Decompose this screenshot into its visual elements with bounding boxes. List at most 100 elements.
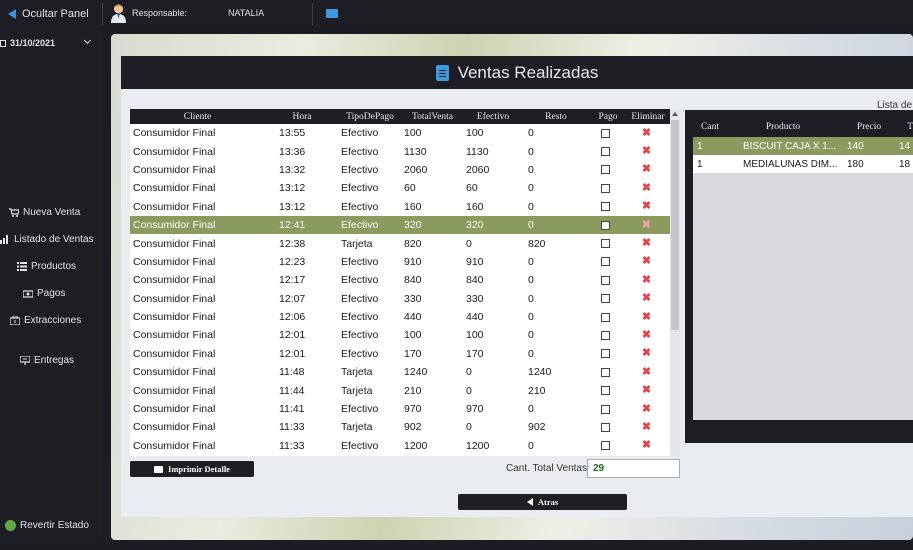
cell-cliente: Consumidor Final bbox=[133, 182, 216, 195]
table-row[interactable]: Consumidor Final 13:12 Efectivo 60 60 0 ✖ bbox=[130, 179, 670, 197]
pago-checkbox[interactable] bbox=[600, 257, 610, 267]
cell-tipo-pago: Efectivo bbox=[341, 274, 379, 287]
pago-checkbox[interactable] bbox=[600, 165, 610, 175]
column-header-hora[interactable]: Hora bbox=[265, 112, 339, 122]
table-row[interactable]: Consumidor Final 13:32 Efectivo 2060 2060 0 ✖ bbox=[130, 161, 670, 179]
scroll-up-icon[interactable] bbox=[672, 112, 678, 116]
date-selector[interactable]: 31/10/2021 bbox=[0, 36, 100, 50]
cell-cliente: Consumidor Final bbox=[133, 329, 216, 342]
sidebar-item-entregas[interactable]: Entregas bbox=[20, 355, 74, 366]
cell-total-venta: 902 bbox=[404, 421, 422, 434]
sidebar-item-listado-de-ventas[interactable]: Listado de Ventas bbox=[0, 234, 94, 245]
delete-icon[interactable]: ✖ bbox=[642, 164, 651, 175]
cell-eliminar: ✖ bbox=[623, 403, 670, 415]
delete-icon[interactable]: ✖ bbox=[642, 329, 651, 341]
cell-pago bbox=[587, 220, 623, 230]
cell-eliminar: ✖ bbox=[623, 146, 670, 157]
delete-icon[interactable]: ✖ bbox=[642, 403, 651, 415]
sidebar-item-pagos[interactable]: Pagos bbox=[23, 288, 65, 299]
cell-eliminar: ✖ bbox=[623, 256, 670, 267]
table-row[interactable]: Consumidor Final 11:41 Efectivo 970 970 0 ✖ bbox=[130, 400, 670, 418]
delete-icon[interactable]: ✖ bbox=[642, 366, 651, 378]
delete-icon[interactable]: ✖ bbox=[642, 274, 651, 286]
delete-icon[interactable]: ✖ bbox=[642, 421, 651, 433]
back-button[interactable]: Atras bbox=[458, 494, 627, 510]
column-header-eliminar[interactable]: Eliminar bbox=[626, 112, 670, 122]
delete-icon[interactable]: ✖ bbox=[642, 256, 651, 267]
table-row[interactable]: Consumidor Final 13:12 Efectivo 160 160 0 ✖ bbox=[130, 198, 670, 216]
pago-checkbox[interactable] bbox=[600, 349, 610, 359]
delete-icon[interactable]: ✖ bbox=[642, 348, 651, 359]
delete-icon[interactable]: ✖ bbox=[642, 219, 651, 231]
table-row[interactable]: Consumidor Final 11:33 Efectivo 1200 1200 0 ✖ bbox=[130, 437, 670, 455]
delete-icon[interactable]: ✖ bbox=[642, 146, 651, 157]
table-row[interactable]: Consumidor Final 11:44 Tarjeta 210 0 210 ✖ bbox=[130, 381, 670, 399]
detail-cell-precio: 180 bbox=[847, 158, 864, 170]
delete-icon[interactable]: ✖ bbox=[642, 201, 651, 212]
table-row[interactable]: Consumidor Final 12:41 Efectivo 320 320 0 ✖ bbox=[130, 215, 670, 235]
delete-icon[interactable]: ✖ bbox=[642, 385, 651, 396]
print-detail-button[interactable]: Imprimir Detalle bbox=[130, 461, 254, 477]
table-row[interactable]: Consumidor Final 12:01 Efectivo 170 170 0 ✖ bbox=[130, 345, 670, 363]
pago-checkbox[interactable] bbox=[600, 128, 610, 138]
delete-icon[interactable]: ✖ bbox=[642, 238, 651, 249]
hide-panel-button[interactable]: Ocultar Panel bbox=[0, 0, 102, 28]
table-scrollbar[interactable] bbox=[670, 109, 680, 456]
detail-row[interactable]: 1 BISCUIT CAJA X 1... 140 14 bbox=[693, 137, 913, 155]
cell-hora: 13:12 bbox=[279, 200, 306, 213]
pago-checkbox[interactable] bbox=[600, 294, 610, 304]
cell-hora: 12:06 bbox=[279, 311, 306, 324]
cell-resto: 1240 bbox=[528, 366, 552, 379]
cell-pago bbox=[587, 404, 623, 414]
table-row[interactable]: Consumidor Final 12:38 Tarjeta 820 0 820 ✖ bbox=[130, 234, 670, 252]
delete-icon[interactable]: ✖ bbox=[642, 127, 651, 139]
table-row[interactable]: Consumidor Final 11:33 Tarjeta 902 0 902 ✖ bbox=[130, 418, 670, 436]
pago-checkbox[interactable] bbox=[600, 147, 610, 157]
column-header-cliente[interactable]: Cliente bbox=[130, 112, 265, 122]
table-row[interactable]: Consumidor Final 12:06 Efectivo 440 440 0 ✖ bbox=[130, 308, 670, 326]
cell-total-venta: 100 bbox=[404, 329, 422, 342]
revert-status-button[interactable]: Revertir Estado bbox=[5, 520, 89, 531]
column-header-efectivo[interactable]: Efectivo bbox=[464, 112, 522, 122]
pago-checkbox[interactable] bbox=[600, 239, 610, 249]
sidebar-item-productos[interactable]: Productos bbox=[17, 261, 76, 272]
table-row[interactable]: Consumidor Final 11:48 Tarjeta 1240 0 1240 ✖ bbox=[130, 363, 670, 381]
table-row[interactable]: Consumidor Final 12:23 Efectivo 910 910 0 ✖ bbox=[130, 253, 670, 271]
pago-checkbox[interactable] bbox=[600, 202, 610, 212]
table-row[interactable]: Consumidor Final 12:01 Efectivo 100 100 0 ✖ bbox=[130, 326, 670, 344]
cell-pago bbox=[587, 275, 623, 285]
cell-tipo-pago: Efectivo bbox=[341, 329, 379, 342]
cell-total-venta: 2060 bbox=[404, 163, 428, 176]
pago-checkbox[interactable] bbox=[600, 275, 610, 285]
table-row[interactable]: Consumidor Final 13:36 Efectivo 1130 1130 0 ✖ bbox=[130, 142, 670, 160]
sidebar-item-label: Entregas bbox=[34, 355, 75, 366]
detail-row[interactable]: 1 MEDIALUNAS DIM... 180 18 bbox=[693, 155, 913, 173]
delete-icon[interactable]: ✖ bbox=[642, 293, 651, 304]
pago-checkbox[interactable] bbox=[600, 220, 610, 230]
pago-checkbox[interactable] bbox=[600, 312, 610, 322]
cell-efectivo: 0 bbox=[466, 421, 472, 434]
table-row[interactable]: Consumidor Final 12:17 Efectivo 840 840 0 ✖ bbox=[130, 271, 670, 289]
pago-checkbox[interactable] bbox=[600, 441, 610, 451]
pago-checkbox[interactable] bbox=[600, 367, 610, 377]
sidebar-item-extracciones[interactable]: Extracciones bbox=[10, 315, 81, 326]
sidebar-item-label: Pagos bbox=[37, 288, 66, 299]
column-header-resto[interactable]: Resto bbox=[522, 112, 590, 122]
delete-icon[interactable]: ✖ bbox=[642, 311, 651, 323]
column-header-total-venta[interactable]: TotalVenta bbox=[401, 112, 464, 122]
delete-icon[interactable]: ✖ bbox=[642, 182, 651, 194]
pago-checkbox[interactable] bbox=[600, 422, 610, 432]
pago-checkbox[interactable] bbox=[600, 330, 610, 340]
cell-pago bbox=[587, 183, 623, 193]
scrollbar-thumb[interactable] bbox=[671, 120, 679, 330]
pago-checkbox[interactable] bbox=[600, 404, 610, 414]
pago-checkbox[interactable] bbox=[600, 183, 610, 193]
table-row[interactable]: Consumidor Final 12:07 Efectivo 330 330 0 ✖ bbox=[130, 290, 670, 308]
column-header-pago[interactable]: Pago bbox=[590, 112, 626, 122]
pago-checkbox[interactable] bbox=[600, 386, 610, 396]
column-header-tipo-pago[interactable]: TipoDePago bbox=[339, 112, 401, 122]
delete-icon[interactable]: ✖ bbox=[642, 440, 651, 451]
table-row[interactable]: Consumidor Final 13:55 Efectivo 100 100 0 ✖ bbox=[130, 124, 670, 142]
card-icon[interactable] bbox=[326, 9, 338, 18]
sidebar-item-nueva-venta[interactable]: Nueva Venta bbox=[9, 207, 80, 218]
